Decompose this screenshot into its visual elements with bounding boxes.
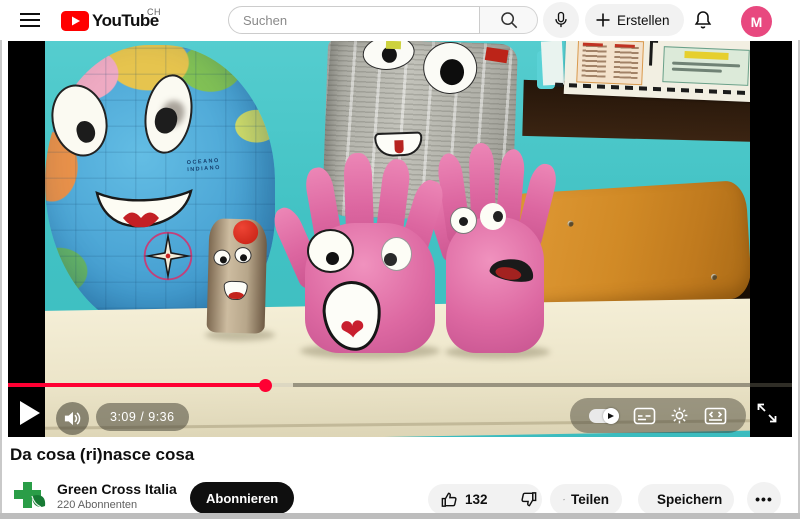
fullscreen-icon xyxy=(754,400,780,426)
settings-button[interactable] xyxy=(669,405,690,426)
glove-heart-tongue: ❤ xyxy=(339,315,366,347)
glove-eye xyxy=(480,203,506,230)
plus-icon xyxy=(595,12,611,28)
page-bottom-edge xyxy=(0,513,800,519)
like-button[interactable]: 132 xyxy=(428,484,498,515)
search-button[interactable] xyxy=(480,6,538,34)
search-bar xyxy=(228,6,538,34)
miniplayer-button[interactable] xyxy=(704,407,727,425)
menu-icon[interactable] xyxy=(20,13,40,27)
share-button[interactable]: Teilen xyxy=(550,484,622,515)
thumbs-up-icon xyxy=(440,490,459,509)
subscribe-button[interactable]: Abonnieren xyxy=(190,482,294,514)
youtube-play-icon xyxy=(61,11,89,31)
autoplay-toggle[interactable] xyxy=(589,409,619,423)
create-label: Erstellen xyxy=(617,13,670,28)
green-cross-logo[interactable] xyxy=(10,477,48,515)
region-badge: CH xyxy=(147,7,161,17)
youtube-logo[interactable]: YouTube CH xyxy=(61,11,159,31)
more-button[interactable]: ••• xyxy=(747,482,781,516)
share-label: Teilen xyxy=(571,492,609,507)
avatar[interactable]: M xyxy=(741,6,772,37)
subscriber-count: 220 Abonnenten xyxy=(57,499,137,511)
play-button[interactable] xyxy=(20,401,42,425)
gear-icon xyxy=(669,405,690,426)
volume-button[interactable] xyxy=(56,402,89,435)
bell-icon xyxy=(691,8,715,32)
roll-nose xyxy=(233,220,259,245)
search-icon xyxy=(499,10,519,30)
save-button[interactable]: Speichern xyxy=(638,484,734,515)
search-input[interactable] xyxy=(228,6,480,34)
speaker-icon xyxy=(63,410,82,427)
compass-rose xyxy=(140,228,196,284)
share-icon xyxy=(563,490,565,509)
cc-icon xyxy=(633,407,656,425)
video-player[interactable]: OCEANO INDIANO xyxy=(8,41,792,437)
newspaper-red-label xyxy=(485,47,509,63)
thumbs-down-icon xyxy=(519,490,538,509)
glove-eye xyxy=(381,237,412,271)
glove-eye xyxy=(307,229,354,273)
like-dislike-pill: 132 xyxy=(428,484,542,515)
newspaper-eye xyxy=(422,41,478,95)
glove-puppet-right xyxy=(438,141,552,353)
mic-icon xyxy=(551,10,571,30)
newspaper-tag xyxy=(386,41,401,49)
like-count: 132 xyxy=(465,492,488,507)
cardboard-roll-puppet xyxy=(207,218,268,333)
mic-button[interactable] xyxy=(543,2,579,38)
roll-eye xyxy=(212,248,232,267)
progress-played xyxy=(8,383,265,387)
youtube-page: YouTube CH Erstellen xyxy=(0,0,800,519)
progress-bar[interactable] xyxy=(8,383,792,387)
dislike-button[interactable] xyxy=(510,484,550,515)
ocean-label: OCEANO INDIANO xyxy=(187,158,222,174)
more-icon: ••• xyxy=(755,491,773,507)
create-button[interactable]: Erstellen xyxy=(585,4,684,36)
wall-poster-small xyxy=(541,41,564,86)
autoplay-knob xyxy=(603,408,619,424)
fullscreen-button[interactable] xyxy=(754,400,780,426)
time-display: 3:09 / 9:36 xyxy=(96,403,189,431)
video-title: Da cosa (ri)nasce cosa xyxy=(10,445,194,465)
video-frame: OCEANO INDIANO xyxy=(45,41,750,437)
glove-eye xyxy=(450,207,477,234)
app-header: YouTube CH Erstellen xyxy=(0,0,800,40)
glove-puppet-left: ❤ xyxy=(293,153,451,353)
notifications-button[interactable] xyxy=(691,7,717,33)
miniplayer-icon xyxy=(704,407,727,425)
roll-eye xyxy=(233,246,253,265)
globe-mouth xyxy=(93,187,197,231)
channel-name[interactable]: Green Cross Italia xyxy=(57,481,177,497)
save-label: Speichern xyxy=(657,492,722,507)
player-controls-right xyxy=(570,398,746,433)
subtitles-button[interactable] xyxy=(633,407,656,425)
roll-mouth xyxy=(223,281,247,301)
globe-eye xyxy=(139,71,198,157)
